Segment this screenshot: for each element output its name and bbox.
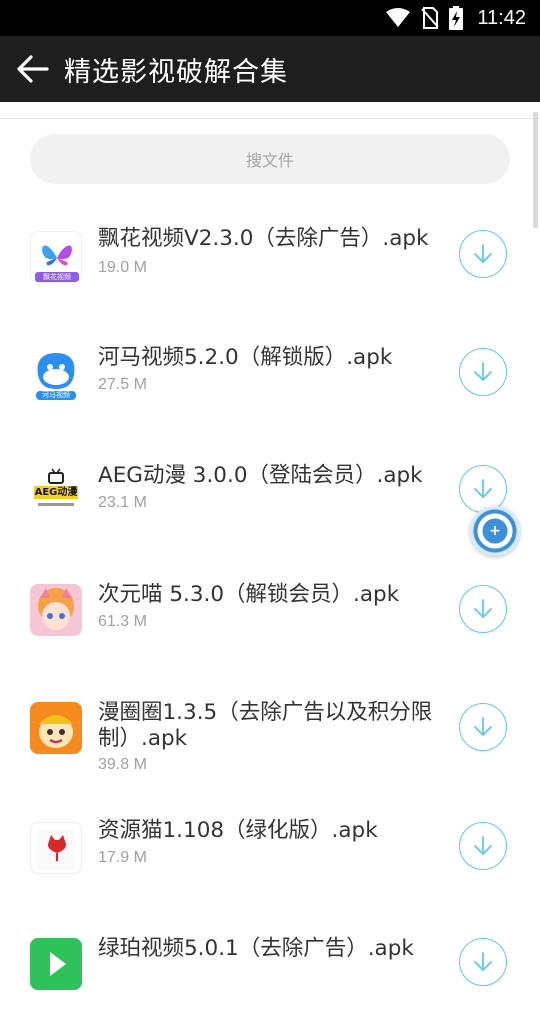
file-size: 17.9 M bbox=[98, 849, 147, 866]
lvpo-app-icon bbox=[30, 938, 82, 990]
list-item[interactable]: 资源猫1.108（绿化版）.apk 17.9 M bbox=[0, 798, 540, 898]
page-title: 精选影视破解合集 bbox=[64, 56, 288, 88]
list-item[interactable]: 绿珀视频5.0.1（去除广告）.apk bbox=[0, 916, 540, 1016]
list-item[interactable]: AEG动漫 AEG动漫 3.0.0（登陆会员）.apk 23.1 M bbox=[0, 443, 540, 543]
app-icon-label: 河马视频 bbox=[42, 391, 70, 399]
back-button[interactable] bbox=[0, 36, 64, 102]
list-item[interactable]: 漫圈圈1.3.5（去除广告以及积分限制）.apk 39.8 M bbox=[0, 680, 540, 780]
ciyuanmiao-app-icon bbox=[30, 584, 82, 636]
piaohua-app-icon: 飘花视频 bbox=[30, 231, 82, 283]
ziyuanmao-app-icon bbox=[30, 822, 82, 874]
arrow-left-icon bbox=[17, 55, 49, 83]
plus-icon: + bbox=[489, 523, 501, 539]
list-item[interactable]: 次元喵 5.3.0（解锁会员）.apk 61.3 M bbox=[0, 562, 540, 662]
wifi-icon bbox=[386, 8, 411, 27]
status-icons: 11:42 bbox=[385, 0, 526, 36]
manquanquan-app-icon bbox=[30, 702, 82, 754]
file-size: 39.8 M bbox=[98, 756, 147, 773]
download-button[interactable] bbox=[459, 230, 507, 278]
download-arrow-icon bbox=[474, 244, 492, 263]
download-arrow-icon bbox=[474, 952, 492, 971]
file-name: 飘花视频V2.3.0（去除广告）.apk bbox=[98, 226, 429, 251]
search-input[interactable]: 搜文件 bbox=[30, 134, 510, 184]
download-arrow-icon bbox=[474, 599, 492, 618]
app-icon-label: AEG动漫 bbox=[34, 487, 78, 498]
no-sim-icon bbox=[421, 7, 440, 29]
download-button[interactable] bbox=[459, 938, 507, 986]
battery-charging-icon bbox=[449, 6, 464, 30]
download-button[interactable] bbox=[459, 703, 507, 751]
status-bar: 11:42 bbox=[0, 0, 540, 36]
file-name: 绿珀视频5.0.1（去除广告）.apk bbox=[98, 936, 414, 961]
file-name: 河马视频5.2.0（解锁版）.apk bbox=[98, 345, 393, 370]
download-button[interactable] bbox=[459, 822, 507, 870]
list-item[interactable]: 河马视频 河马视频5.2.0（解锁版）.apk 27.5 M bbox=[0, 325, 540, 425]
app-bar: 精选影视破解合集 bbox=[0, 36, 540, 102]
file-name: 资源猫1.108（绿化版）.apk bbox=[98, 818, 378, 843]
search-placeholder: 搜文件 bbox=[245, 151, 294, 170]
file-name: AEG动漫 3.0.0（登陆会员）.apk bbox=[98, 463, 423, 488]
list-item[interactable]: 飘花视频 飘花视频V2.3.0（去除广告）.apk 19.0 M bbox=[0, 206, 540, 306]
download-button[interactable] bbox=[459, 585, 507, 633]
file-size: 27.5 M bbox=[98, 376, 147, 393]
status-time: 11:42 bbox=[477, 6, 526, 29]
floating-action-button[interactable]: + bbox=[470, 506, 520, 556]
file-size: 23.1 M bbox=[98, 494, 147, 511]
file-size: 19.0 M bbox=[98, 259, 147, 276]
hema-app-icon: 河马视频 bbox=[30, 349, 82, 401]
download-button[interactable] bbox=[459, 348, 507, 396]
file-size: 61.3 M bbox=[98, 613, 147, 630]
file-name: 次元喵 5.3.0（解锁会员）.apk bbox=[98, 582, 400, 607]
divider bbox=[0, 118, 540, 119]
file-name: 漫圈圈1.3.5（去除广告以及积分限制）.apk bbox=[98, 700, 433, 751]
app-icon-label: 飘花视频 bbox=[43, 273, 71, 281]
download-arrow-icon bbox=[474, 717, 492, 736]
download-arrow-icon bbox=[474, 836, 492, 855]
aeg-app-icon: AEG动漫 bbox=[30, 467, 82, 519]
download-arrow-icon bbox=[474, 479, 492, 498]
download-arrow-icon bbox=[474, 362, 492, 381]
